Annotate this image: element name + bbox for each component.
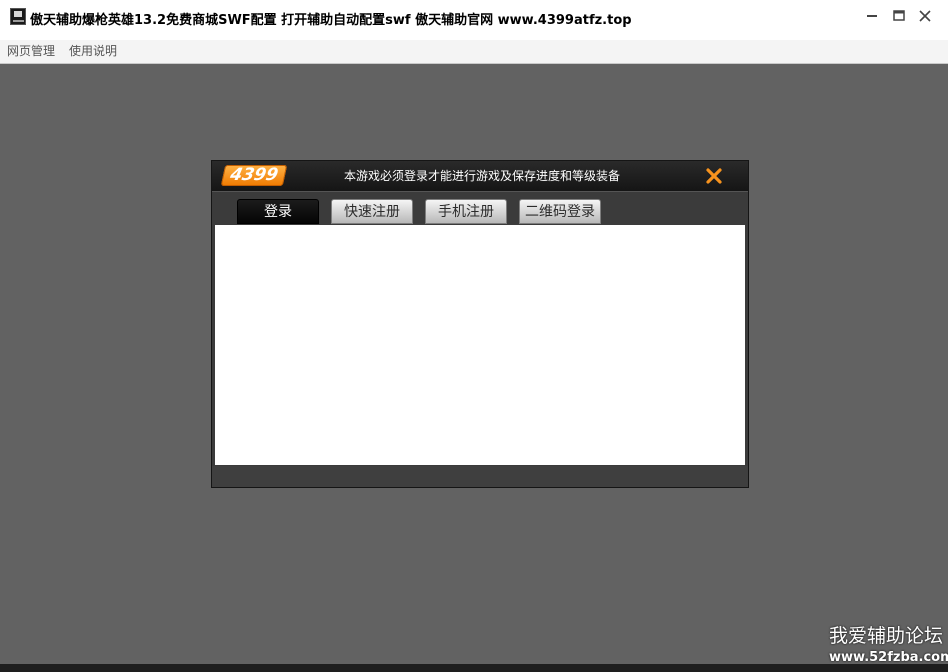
app-icon	[10, 8, 26, 25]
menu-web-management[interactable]: 网页管理	[7, 44, 55, 59]
dialog-close-button[interactable]	[705, 167, 723, 185]
maximize-icon	[893, 10, 905, 21]
tab-qrcode-login[interactable]: 二维码登录	[519, 199, 601, 224]
login-dialog: 4399 本游戏必须登录才能进行游戏及保存进度和等级装备 登录 快速注册 手机注…	[211, 160, 749, 488]
menu-bar: 网页管理 使用说明	[0, 40, 948, 64]
close-button[interactable]	[913, 6, 937, 26]
login-notice: 本游戏必须登录才能进行游戏及保存进度和等级装备	[343, 169, 620, 183]
menu-instructions[interactable]: 使用说明	[69, 44, 117, 59]
window-title: 傲天辅助爆枪英雄13.2免费商城SWF配置 打开辅助自动配置swf 傲天辅助官网…	[30, 13, 632, 28]
dialog-tabs: 登录 快速注册 手机注册 二维码登录	[212, 192, 748, 225]
bottom-strip	[0, 664, 948, 672]
4399-logo: 4399	[220, 165, 288, 186]
close-icon	[919, 10, 931, 22]
title-bar: 傲天辅助爆枪英雄13.2免费商城SWF配置 打开辅助自动配置swf 傲天辅助官网…	[0, 0, 948, 40]
minimize-icon	[867, 15, 877, 17]
tab-quick-register[interactable]: 快速注册	[331, 199, 413, 224]
dialog-footer	[212, 466, 748, 487]
watermark-url: www.52fzba.com	[829, 650, 948, 665]
game-workspace: 4399 本游戏必须登录才能进行游戏及保存进度和等级装备 登录 快速注册 手机注…	[0, 64, 948, 664]
tab-login[interactable]: 登录	[237, 199, 319, 224]
login-content-panel	[215, 225, 745, 465]
maximize-button[interactable]	[887, 6, 911, 26]
watermark-title: 我爱辅助论坛	[829, 625, 944, 647]
tab-phone-register[interactable]: 手机注册	[425, 199, 507, 224]
dialog-header: 4399 本游戏必须登录才能进行游戏及保存进度和等级装备	[212, 161, 748, 192]
minimize-button[interactable]	[860, 6, 884, 26]
orange-x-close-icon	[706, 168, 722, 184]
